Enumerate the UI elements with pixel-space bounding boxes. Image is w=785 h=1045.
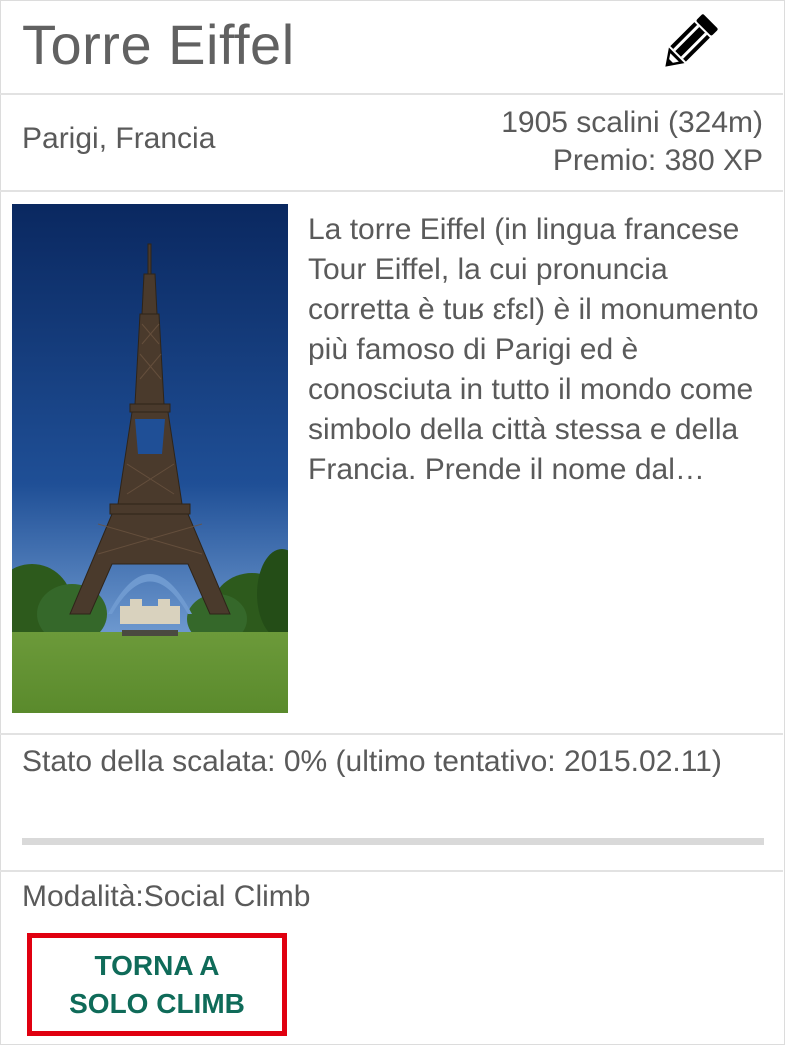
location-label: Parigi, Francia: [22, 122, 216, 155]
reward-label: Premio: 380 XP: [552, 144, 763, 177]
steps-label: 1905 scalini (324m): [501, 106, 763, 139]
eiffel-tower-image: [12, 204, 288, 713]
description-text: La torre Eiffel (in lingua francese Tour…: [308, 213, 759, 486]
page-title: Torre Eiffel: [22, 13, 295, 76]
back-to-solo-climb-button[interactable]: TORNA A SOLO CLIMB: [27, 933, 287, 1036]
pencil-icon: [665, 14, 718, 67]
climb-progress-bar: [22, 838, 764, 845]
edit-button[interactable]: [652, 8, 724, 80]
mode-label: Modalità:Social Climb: [22, 880, 311, 913]
climb-info: 1905 scalini (324m) Premio: 380 XP: [501, 104, 763, 180]
building-photo: [12, 204, 288, 713]
back-to-solo-climb-label: TORNA A SOLO CLIMB: [69, 949, 245, 1019]
climb-status: Stato della scalata: 0% (ultimo tentativ…: [22, 745, 722, 778]
